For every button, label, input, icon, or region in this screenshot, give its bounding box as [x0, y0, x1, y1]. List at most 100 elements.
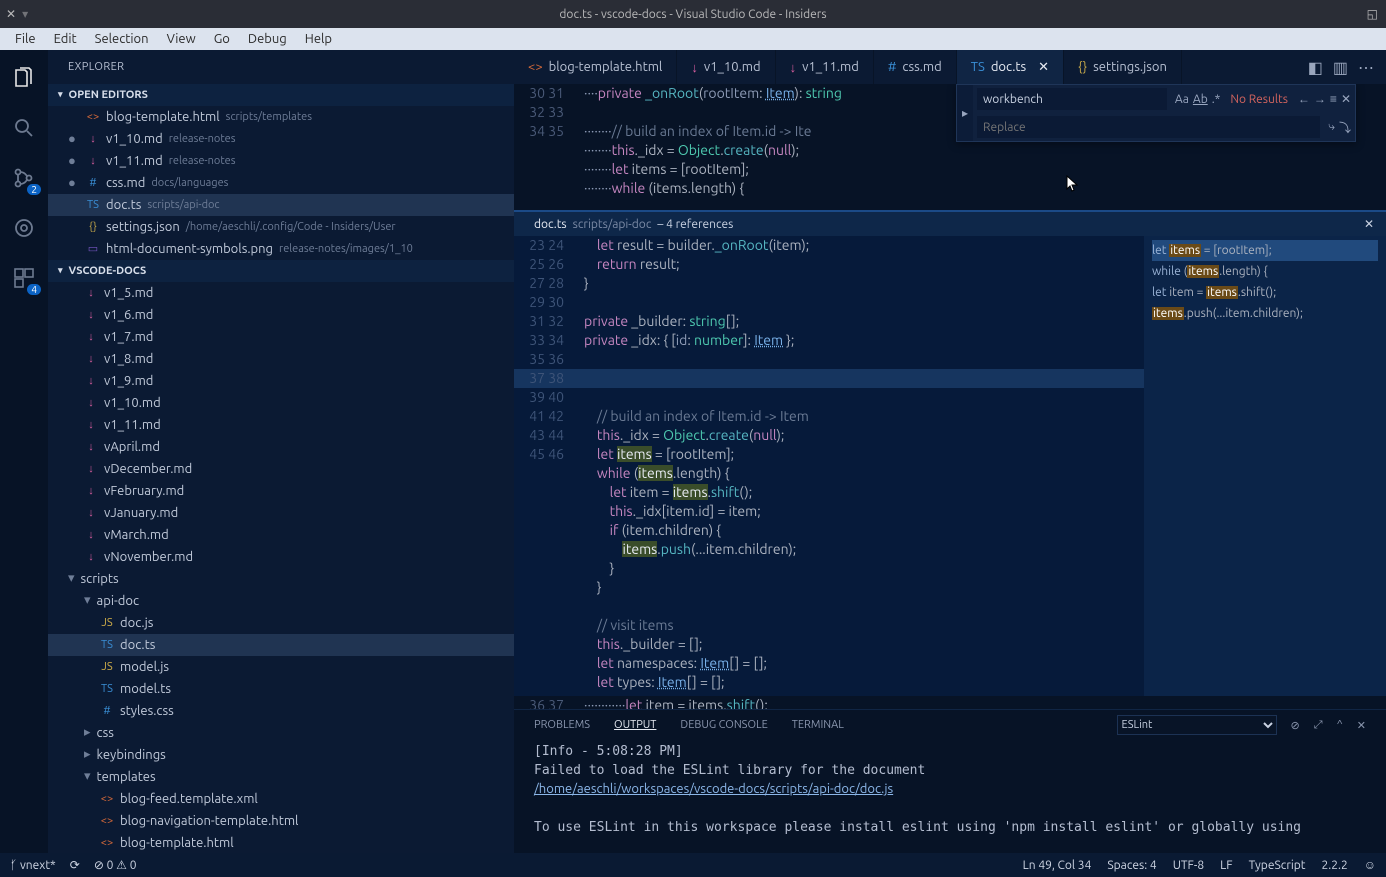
- file-item[interactable]: ↓v1_8.md: [48, 348, 514, 370]
- language-status[interactable]: TypeScript: [1249, 859, 1306, 872]
- menu-debug[interactable]: Debug: [239, 30, 296, 48]
- open-editor-item[interactable]: {}settings.json /home/aeschli/.config/Co…: [48, 216, 514, 238]
- open-editors-header[interactable]: ▾OPEN EDITORS: [48, 84, 514, 106]
- file-item[interactable]: ↓v1_11.md: [48, 414, 514, 436]
- folder-item[interactable]: ▾api-doc: [48, 590, 514, 612]
- panel-close-icon[interactable]: ✕: [1357, 719, 1366, 732]
- errors-status[interactable]: ⊘ 0 ⚠ 0: [94, 858, 137, 872]
- close-icon[interactable]: ✕: [6, 7, 16, 21]
- open-editor-item[interactable]: ●↓v1_11.md release-notes: [48, 150, 514, 172]
- folder-item[interactable]: ▾scripts: [48, 568, 514, 590]
- explorer-icon[interactable]: [10, 64, 38, 92]
- search-icon[interactable]: [10, 114, 38, 142]
- peek-reflist[interactable]: let items = [rootItem];while (items.leng…: [1144, 236, 1386, 696]
- folder-item[interactable]: ▸css: [48, 722, 514, 744]
- editor-tab[interactable]: ↓v1_10.md: [677, 50, 775, 84]
- regex-icon[interactable]: .*: [1212, 93, 1221, 106]
- peek-ref-item[interactable]: let items = [rootItem];: [1152, 240, 1378, 261]
- folder-item[interactable]: ▸keybindings: [48, 744, 514, 766]
- file-item[interactable]: <>blog-feed.template.xml: [48, 788, 514, 810]
- editor-top[interactable]: 30 31 32 33 34 35 ····private _onRoot(ro…: [514, 84, 1386, 212]
- open-editor-item[interactable]: ●#css.md docs/languages: [48, 172, 514, 194]
- more-icon[interactable]: ⋯: [1358, 58, 1374, 77]
- open-editor-item[interactable]: ●↓v1_10.md release-notes: [48, 128, 514, 150]
- cursor-pos[interactable]: Ln 49, Col 34: [1023, 859, 1092, 872]
- find-toggle-icon[interactable]: ▸: [957, 85, 973, 141]
- peek-ref-item[interactable]: let item = items.shift();: [1152, 282, 1378, 303]
- file-item[interactable]: JSdoc.js: [48, 612, 514, 634]
- editor-tab[interactable]: {}settings.json: [1064, 50, 1182, 84]
- replace-one-icon[interactable]: ⤷: [1328, 120, 1335, 134]
- menu-file[interactable]: File: [6, 30, 45, 48]
- file-item[interactable]: ↓vJanuary.md: [48, 502, 514, 524]
- panel-tab-output[interactable]: OUTPUT: [614, 719, 656, 731]
- close-find-icon[interactable]: ✕: [1341, 92, 1351, 106]
- output-channel-select[interactable]: ESLint: [1117, 715, 1277, 735]
- file-item[interactable]: ↓vNovember.md: [48, 546, 514, 568]
- eol-status[interactable]: LF: [1220, 859, 1232, 872]
- sync-icon[interactable]: ⟳: [70, 858, 80, 872]
- replace-input[interactable]: [977, 116, 1320, 138]
- maximize-icon[interactable]: ◱: [1367, 8, 1378, 21]
- menu-selection[interactable]: Selection: [86, 30, 158, 48]
- open-editor-item[interactable]: <>blog-template.html scripts/templates: [48, 106, 514, 128]
- panel-tab-terminal[interactable]: TERMINAL: [792, 719, 844, 731]
- folder-item[interactable]: ▾templates: [48, 766, 514, 788]
- ts-version[interactable]: 2.2.2: [1322, 859, 1348, 872]
- layout-icon[interactable]: ▥: [1333, 58, 1348, 77]
- menu-go[interactable]: Go: [205, 30, 239, 48]
- editor-tab[interactable]: #css.md: [874, 50, 957, 84]
- file-item[interactable]: JSmodel.js: [48, 656, 514, 678]
- match-case-icon[interactable]: Aa: [1175, 93, 1189, 106]
- menu-help[interactable]: Help: [296, 30, 341, 48]
- extensions-icon[interactable]: 4: [10, 264, 38, 292]
- editor-bottom[interactable]: 36 37 ············let item = items.shift…: [514, 696, 1386, 709]
- whole-word-icon[interactable]: Ab: [1193, 93, 1208, 106]
- file-item[interactable]: <>blog-template.html: [48, 832, 514, 853]
- split-icon[interactable]: ◧: [1308, 58, 1323, 77]
- scm-icon[interactable]: 2: [10, 164, 38, 192]
- debug-icon[interactable]: [10, 214, 38, 242]
- peek-ref-item[interactable]: items.push(...item.children);: [1152, 303, 1378, 324]
- editor-tab[interactable]: ↓v1_11.md: [776, 50, 874, 84]
- file-item[interactable]: <>blog-navigation-template.html: [48, 810, 514, 832]
- next-match-icon[interactable]: →: [1314, 92, 1326, 106]
- file-item[interactable]: TSmodel.ts: [48, 678, 514, 700]
- file-item[interactable]: ↓v1_6.md: [48, 304, 514, 326]
- panel-max-icon[interactable]: ^: [1337, 719, 1343, 731]
- find-selection-icon[interactable]: ≡: [1330, 92, 1337, 106]
- encoding-status[interactable]: UTF-8: [1173, 859, 1204, 872]
- feedback-icon[interactable]: ☺: [1364, 858, 1376, 872]
- menu-view[interactable]: View: [158, 30, 205, 48]
- editor-tab[interactable]: TSdoc.ts ✕: [957, 50, 1064, 84]
- file-item[interactable]: ↓vDecember.md: [48, 458, 514, 480]
- panel-tab-debug[interactable]: DEBUG CONSOLE: [680, 719, 767, 731]
- clear-output-icon[interactable]: ⊘: [1291, 719, 1300, 732]
- indent-status[interactable]: Spaces: 4: [1107, 859, 1156, 872]
- menu-edit[interactable]: Edit: [45, 30, 86, 48]
- open-editor-item[interactable]: ▭html-document-symbols.png release-notes…: [48, 238, 514, 260]
- minimize-icon[interactable]: ▾: [22, 7, 28, 21]
- file-item[interactable]: ↓vFebruary.md: [48, 480, 514, 502]
- peek-editor[interactable]: 23 24 25 26 27 28 29 30 31 32 33 34 35 3…: [514, 236, 1144, 696]
- file-item[interactable]: #styles.css: [48, 700, 514, 722]
- workspace-header[interactable]: ▾VSCODE-DOCS: [48, 260, 514, 282]
- panel-body[interactable]: [Info - 5:08:28 PM]Failed to load the ES…: [514, 740, 1386, 853]
- panel-lock-icon[interactable]: ⤢: [1314, 719, 1323, 732]
- file-item[interactable]: ↓vApril.md: [48, 436, 514, 458]
- replace-all-icon[interactable]: ⤵: [1339, 119, 1351, 136]
- file-item[interactable]: ↓v1_9.md: [48, 370, 514, 392]
- file-item[interactable]: ↓v1_7.md: [48, 326, 514, 348]
- find-input[interactable]: [977, 88, 1167, 110]
- peek-ref-item[interactable]: while (items.length) {: [1152, 261, 1378, 282]
- editor-tab[interactable]: <>blog-template.html: [514, 50, 677, 84]
- open-editor-item[interactable]: TSdoc.ts scripts/api-doc: [48, 194, 514, 216]
- file-item[interactable]: ↓vMarch.md: [48, 524, 514, 546]
- file-item[interactable]: ↓v1_5.md: [48, 282, 514, 304]
- file-item[interactable]: TSdoc.ts: [48, 634, 514, 656]
- tab-close-icon[interactable]: ✕: [1038, 60, 1049, 75]
- prev-match-icon[interactable]: ←: [1298, 92, 1310, 106]
- file-item[interactable]: ↓v1_10.md: [48, 392, 514, 414]
- panel-tab-problems[interactable]: PROBLEMS: [534, 719, 590, 731]
- branch-icon[interactable]: ᚶ vnext*: [10, 859, 56, 872]
